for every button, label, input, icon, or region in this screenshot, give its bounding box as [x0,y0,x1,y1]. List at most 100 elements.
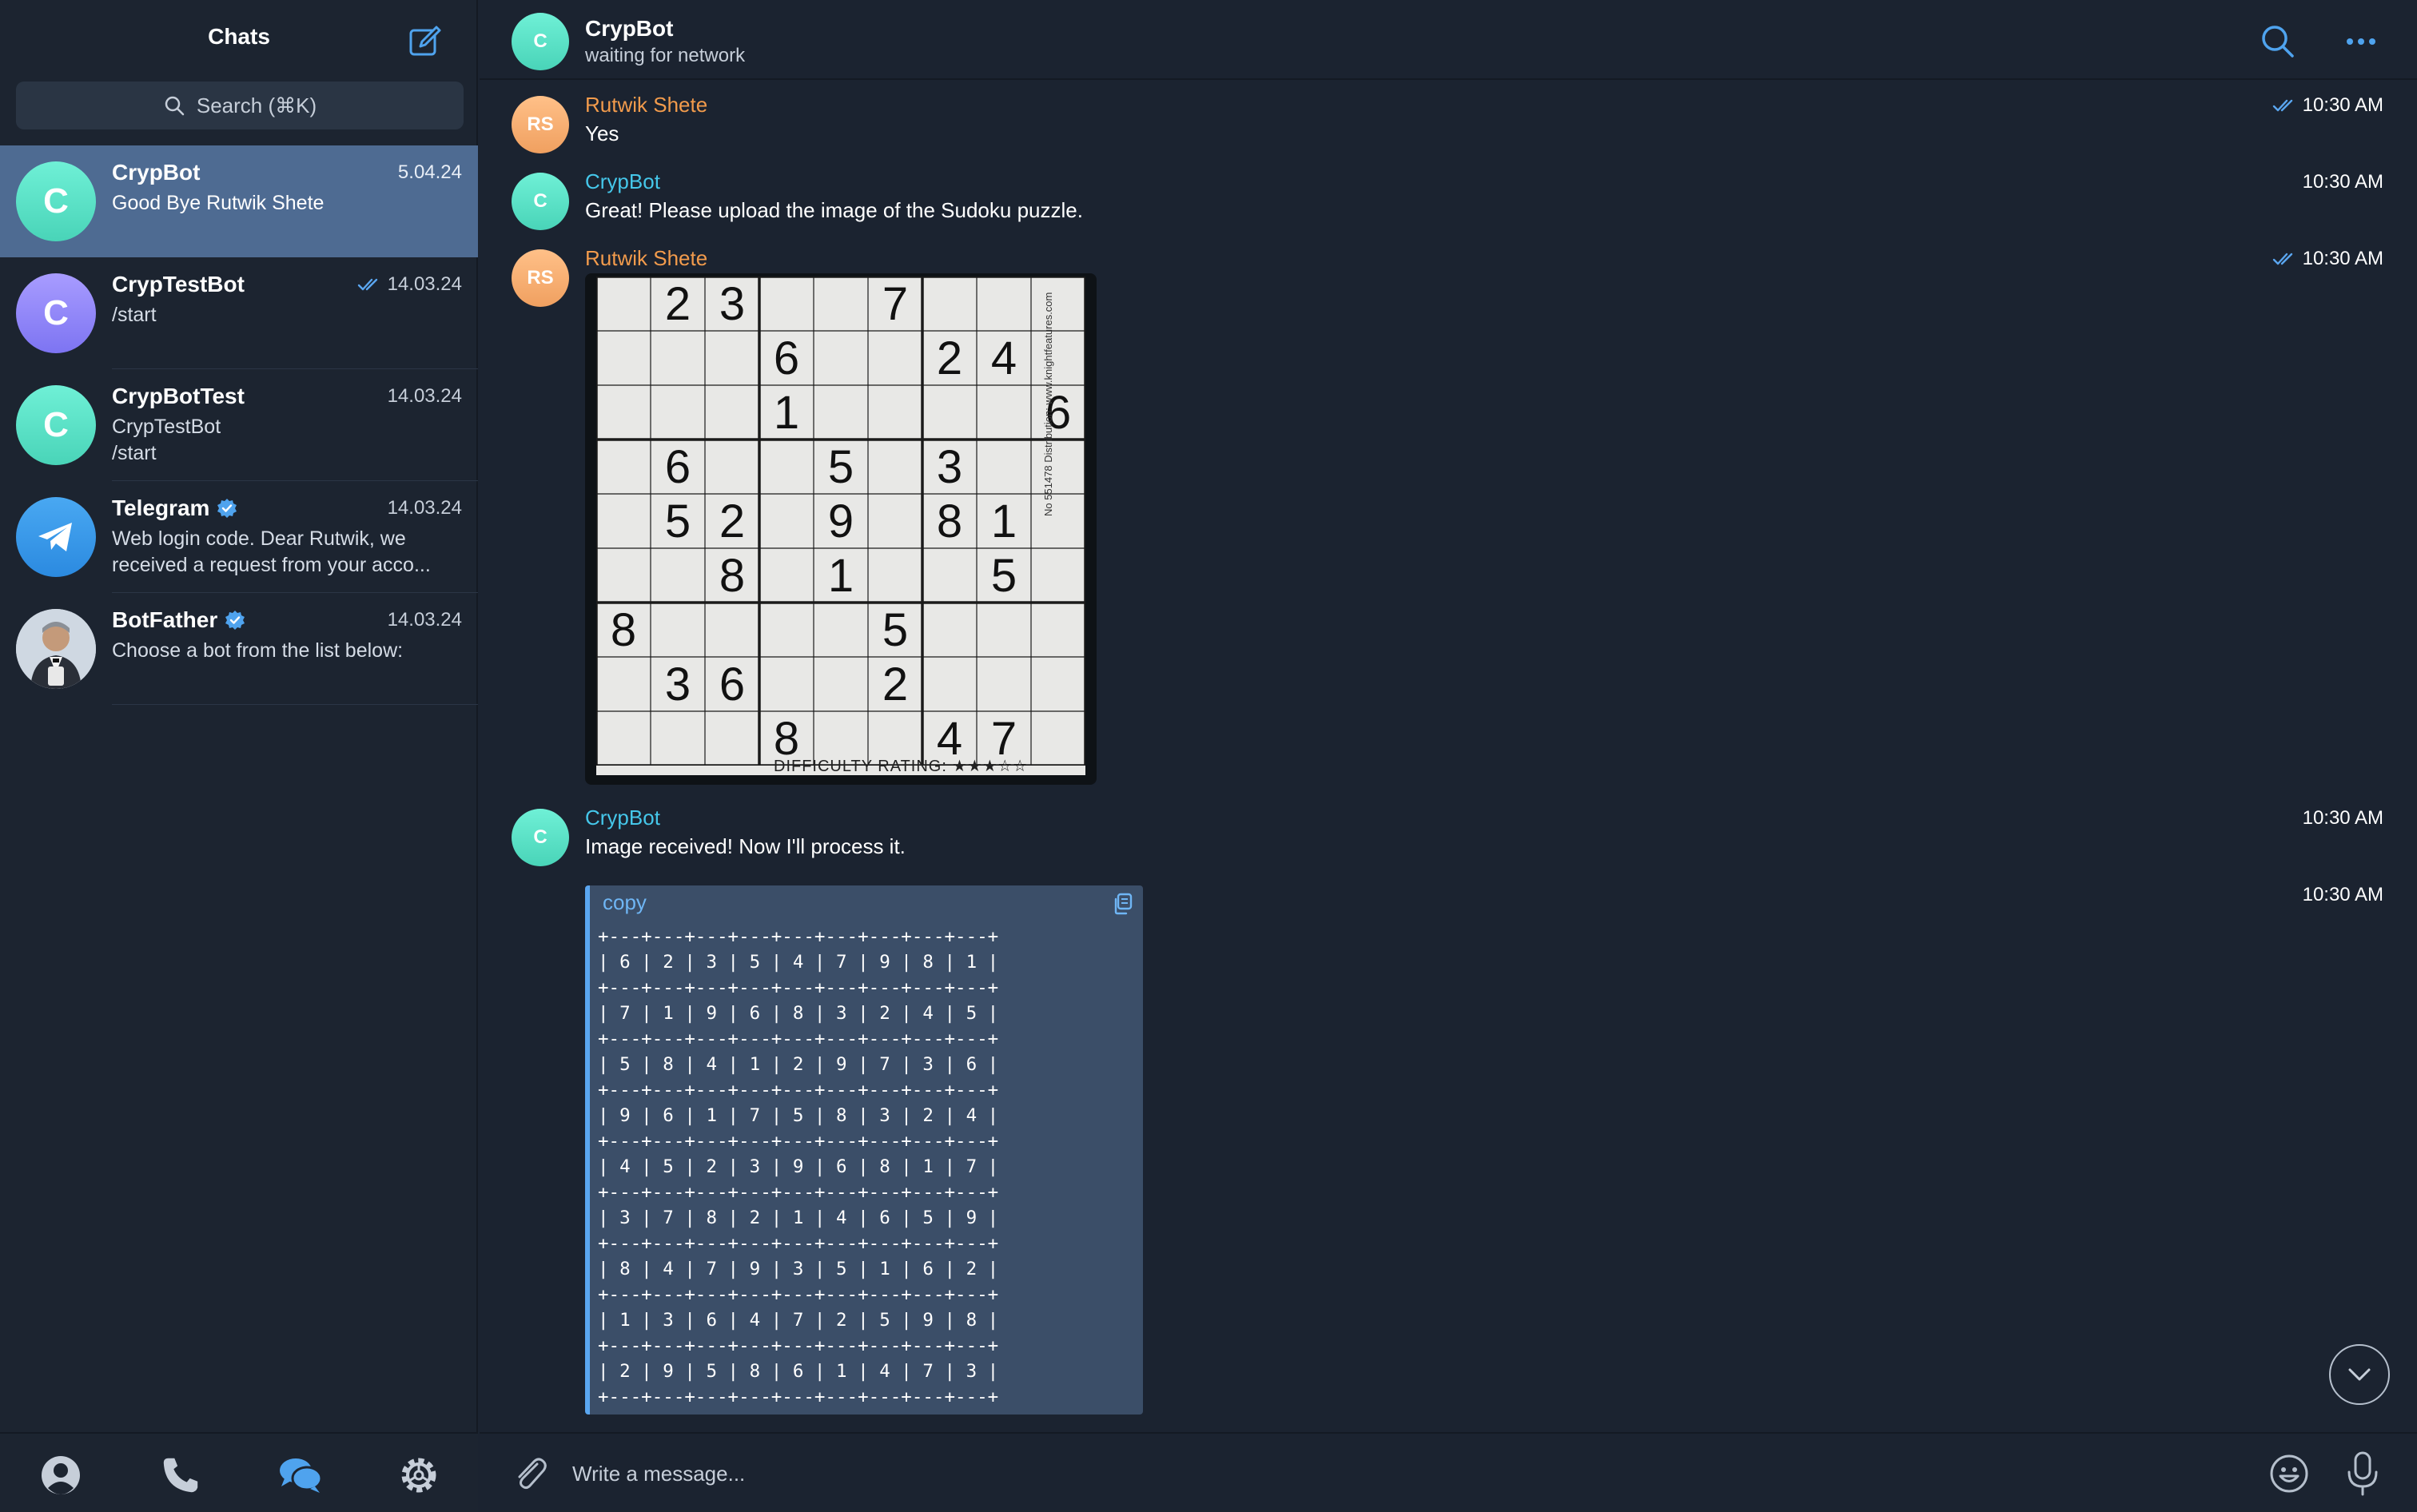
message-composer [480,1432,2417,1512]
chat-date-text: 14.03.24 [387,273,462,295]
double-check-icon [2272,253,2292,265]
message-input[interactable] [572,1450,2251,1498]
message-time: 10:30 AM [2272,248,2383,270]
avatar [16,497,96,577]
sudoku-given-digit: 2 [719,495,746,547]
settings-icon[interactable] [395,1451,443,1499]
paper-plane-icon [38,523,72,551]
avatar [16,609,96,689]
calls-icon[interactable] [157,1451,205,1499]
chat-preview-line: Web login code. Dear Rutwik, we [112,527,406,550]
code-separator-line: +---+---+---+---+---+---+---+---+---+ [598,1335,999,1356]
chat-name-text: BotFather [112,607,218,632]
code-row-line: | 6 | 2 | 3 | 5 | 4 | 7 | 9 | 8 | 1 | [598,952,999,973]
chat-item-cryptestbot[interactable]: C CrypTestBot 14.03.24 /start [0,257,478,369]
message-time-text: 10:30 AM [2302,94,2383,116]
chat-preview: CrypTestBot /start [112,414,464,467]
code-block[interactable]: copy +---+---+---+---+---+---+---+---+--… [585,885,1143,1415]
chat-date-text: 14.03.24 [387,609,462,631]
more-icon[interactable] [2342,22,2380,61]
message-time-text: 10:30 AM [2302,171,2383,193]
chat-title[interactable]: CrypBot [585,16,673,42]
sudoku-photo[interactable]: 237624166535298181585362847 No 551478 Di… [585,273,1097,785]
code-separator-line: +---+---+---+---+---+---+---+---+---+ [598,977,999,998]
emoji-icon[interactable] [2267,1451,2311,1496]
chats-icon[interactable] [277,1451,325,1499]
chat-name-text: Telegram [112,495,210,520]
code-text: +---+---+---+---+---+---+---+---+---+ | 6… [598,924,998,1410]
chat-item-crypbottest[interactable]: C CrypBotTest 14.03.24 CrypTestBot /star… [0,369,478,481]
chat-item-telegram[interactable]: Telegram 14.03.24 Web login code. Dear R… [0,481,478,593]
avatar[interactable]: RS [512,96,569,153]
code-language-label: copy [603,890,647,914]
bottom-nav [0,1432,478,1512]
sudoku-given-digit: 5 [827,440,854,493]
search-input[interactable]: Search (⌘K) [16,82,464,129]
search-icon [165,96,185,116]
sudoku-given-digit: 8 [610,603,637,656]
chat-name: CrypBot [112,160,200,185]
search-placeholder: Search (⌘K) [196,93,317,117]
double-check-icon [2272,99,2292,112]
code-separator-line: +---+---+---+---+---+---+---+---+---+ [598,1284,999,1305]
message-text: Image received! Now I'll process it. [585,834,906,858]
avatar[interactable]: C [512,13,569,70]
sudoku-given-digit: 3 [719,277,746,330]
chat-date: 14.03.24 [388,385,462,408]
message-time-text: 10:30 AM [2302,807,2383,829]
paperclip-icon[interactable] [510,1453,551,1494]
sudoku-given-digit: 6 [719,658,746,710]
scroll-down-button[interactable] [2329,1344,2390,1405]
code-separator-line: +---+---+---+---+---+---+---+---+---+ [598,1131,999,1152]
contacts-icon[interactable] [37,1451,85,1499]
chat-header: C CrypBot waiting for network [480,0,2417,80]
sudoku-given-digit: 9 [827,495,854,547]
chat-item-crypbot[interactable]: C CrypBot 5.04.24 Good Bye Rutwik Shete [0,145,478,257]
chat-pane: C CrypBot waiting for network RS Rutwik … [480,0,2417,1512]
microphone-icon[interactable] [2340,1450,2385,1498]
chat-name: CrypBotTest [112,384,245,409]
chat-name: BotFather [112,607,246,633]
sudoku-given-digit: 3 [664,658,691,710]
chevron-down-icon [2348,1368,2371,1381]
chat-preview: Good Bye Rutwik Shete [112,192,325,214]
chat-date: 5.04.24 [398,161,462,184]
copy-icon[interactable] [1109,890,1137,917]
search-icon[interactable] [2259,22,2297,61]
chat-item-botfather[interactable]: BotFather 14.03.24 Choose a bot from the… [0,593,478,705]
code-row-line: | 1 | 3 | 6 | 4 | 7 | 2 | 5 | 9 | 8 | [598,1310,999,1331]
message-sender[interactable]: CrypBot [585,169,660,194]
sudoku-paper: 237624166535298181585362847 No 551478 Di… [596,277,1085,775]
message-sender[interactable]: CrypBot [585,806,660,830]
chat-preview-line: received a request from your acco... [112,554,431,576]
sudoku-given-digit: 8 [936,495,963,547]
message-text: Yes [585,121,619,145]
code-row-line: | 8 | 4 | 7 | 9 | 3 | 5 | 1 | 6 | 2 | [598,1259,999,1279]
code-row-line: | 7 | 1 | 9 | 6 | 8 | 3 | 2 | 4 | 5 | [598,1003,999,1024]
sudoku-given-digit: 5 [990,549,1017,602]
sudoku-given-digit: 2 [664,277,691,330]
avatar: C [16,161,96,241]
message-sender[interactable]: Rutwik Shete [585,246,707,271]
sidebar-header: Chats [0,0,478,80]
difficulty-rating: DIFFICULTY RATING: ★★★☆☆ [774,758,1029,775]
sudoku-given-digit: 5 [664,495,691,547]
compose-icon[interactable] [406,22,444,61]
chat-date: 14.03.24 [357,273,462,296]
avatar[interactable]: C [512,173,569,230]
code-row-line: | 5 | 8 | 4 | 1 | 2 | 9 | 7 | 3 | 6 | [598,1054,999,1075]
chat-list: C CrypBot 5.04.24 Good Bye Rutwik Shete … [0,145,478,705]
sudoku-given-digit: 7 [882,277,909,330]
avatar[interactable]: RS [512,249,569,307]
message-time-text: 10:30 AM [2302,248,2383,269]
code-separator-line: +---+---+---+---+---+---+---+---+---+ [598,1387,999,1407]
sudoku-given-digit: 6 [664,440,691,493]
verified-icon [217,499,237,518]
chat-name-text: CrypBotTest [112,384,245,408]
puzzle-credit-text: No 551478 Distribution: www.knightfeatur… [1042,292,1054,516]
chat-preview: /start [112,304,157,326]
avatar[interactable]: C [512,809,569,866]
sudoku-given-digit: 5 [882,603,909,656]
message-sender[interactable]: Rutwik Shete [585,93,707,117]
avatar: C [16,273,96,353]
